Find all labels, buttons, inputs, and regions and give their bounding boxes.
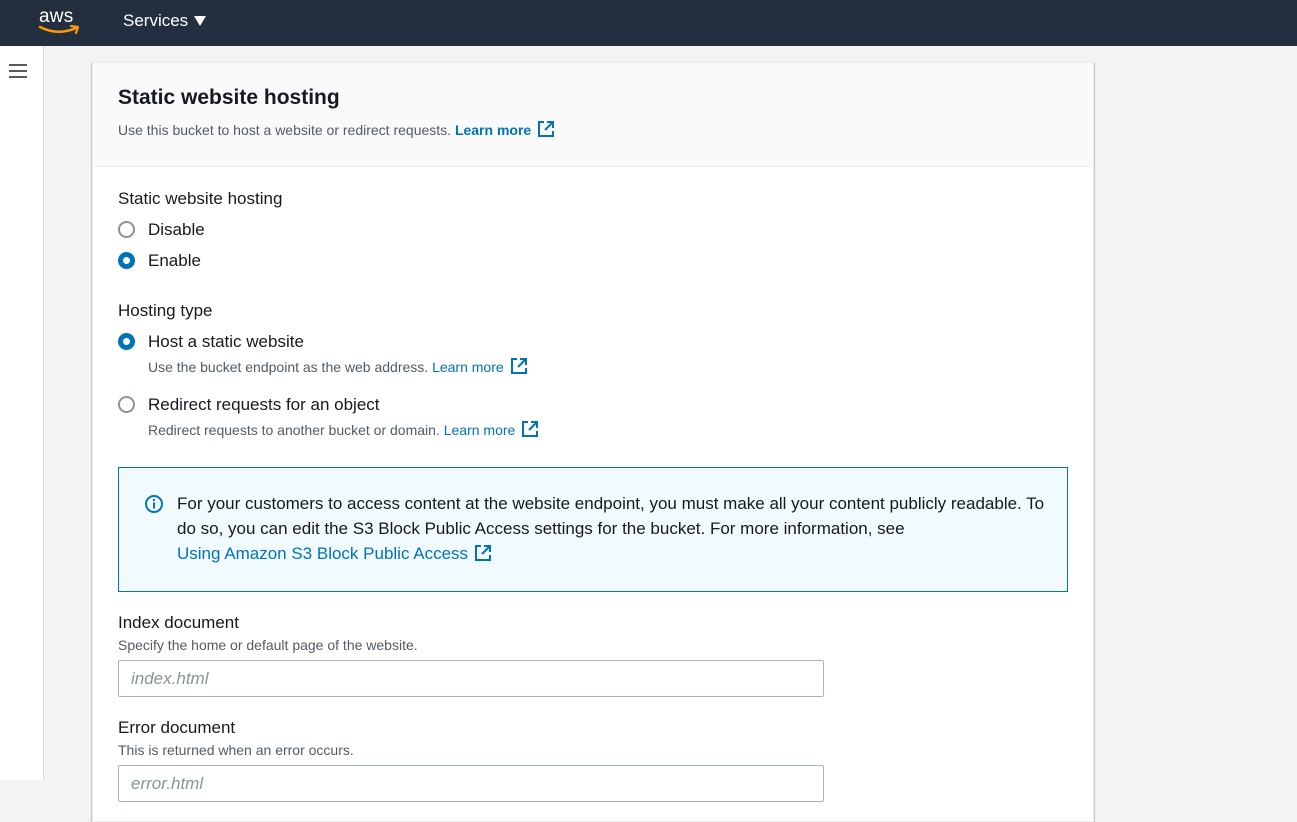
redirect-requests-label[interactable]: Redirect requests for an object: [148, 395, 380, 415]
index-document-description: Specify the home or default page of the …: [118, 637, 418, 653]
error-document-input[interactable]: [118, 765, 824, 802]
external-link-icon: [475, 545, 492, 561]
host-static-website-radio[interactable]: [118, 333, 135, 350]
index-document-label: Index document: [118, 613, 239, 632]
static-website-hosting-panel: Static website hosting Use this bucket t…: [92, 62, 1094, 822]
info-alert-message: For your customers to access content at …: [177, 494, 1045, 538]
redirect-requests-radio[interactable]: [118, 396, 135, 413]
aws-logo[interactable]: aws: [38, 4, 84, 36]
hamburger-icon[interactable]: [9, 64, 27, 78]
info-alert: For your customers to access content at …: [118, 467, 1068, 592]
host-static-website-label[interactable]: Host a static website: [148, 332, 304, 352]
top-navigation: aws Services: [0, 0, 1297, 46]
aws-smile-icon: [38, 24, 80, 35]
index-document-input[interactable]: [118, 660, 824, 697]
caret-down-icon: [194, 16, 207, 26]
sidebar: [0, 46, 44, 780]
enable-radio[interactable]: [118, 252, 135, 269]
hosting-type-label: Hosting type: [118, 301, 213, 320]
external-link-icon: [510, 358, 527, 374]
page-title: Static website hosting: [118, 86, 340, 109]
host-static-website-description: Use the bucket endpoint as the web addre…: [148, 357, 528, 375]
learn-more-label: Learn more: [454, 122, 532, 138]
redirect-requests-desc-text: Redirect requests to another bucket or d…: [148, 422, 440, 438]
redirect-requests-description: Redirect requests to another bucket or d…: [148, 420, 539, 438]
error-document-label: Error document: [118, 718, 236, 737]
host-static-website-desc-text: Use the bucket endpoint as the web addre…: [148, 359, 429, 375]
learn-more-label: Learn more: [432, 359, 504, 375]
block-public-access-label: Using Amazon S3 Block Public Access: [177, 544, 469, 563]
services-label: Services: [123, 11, 189, 30]
learn-more-link[interactable]: Learn more: [443, 421, 540, 438]
learn-more-link[interactable]: Learn more: [432, 358, 528, 375]
panel-description: Use this bucket to host a website or red…: [118, 120, 555, 138]
block-public-access-link[interactable]: Using Amazon S3 Block Public Access: [177, 544, 492, 563]
external-link-icon: [522, 421, 539, 437]
error-document-description: This is returned when an error occurs.: [118, 742, 354, 758]
info-alert-text: For your customers to access content at …: [177, 491, 1057, 566]
panel-header: Static website hosting Use this bucket t…: [93, 63, 1093, 167]
enable-radio-label[interactable]: Enable: [148, 251, 201, 271]
external-link-icon: [538, 121, 555, 137]
disable-radio[interactable]: [118, 221, 135, 238]
info-icon: [145, 495, 163, 513]
panel-description-text: Use this bucket to host a website or red…: [118, 122, 452, 138]
services-menu-button[interactable]: Services: [123, 10, 207, 32]
hosting-group-label: Static website hosting: [118, 189, 283, 208]
learn-more-link[interactable]: Learn more: [454, 121, 555, 138]
learn-more-label: Learn more: [443, 422, 516, 438]
disable-radio-label[interactable]: Disable: [148, 220, 205, 240]
